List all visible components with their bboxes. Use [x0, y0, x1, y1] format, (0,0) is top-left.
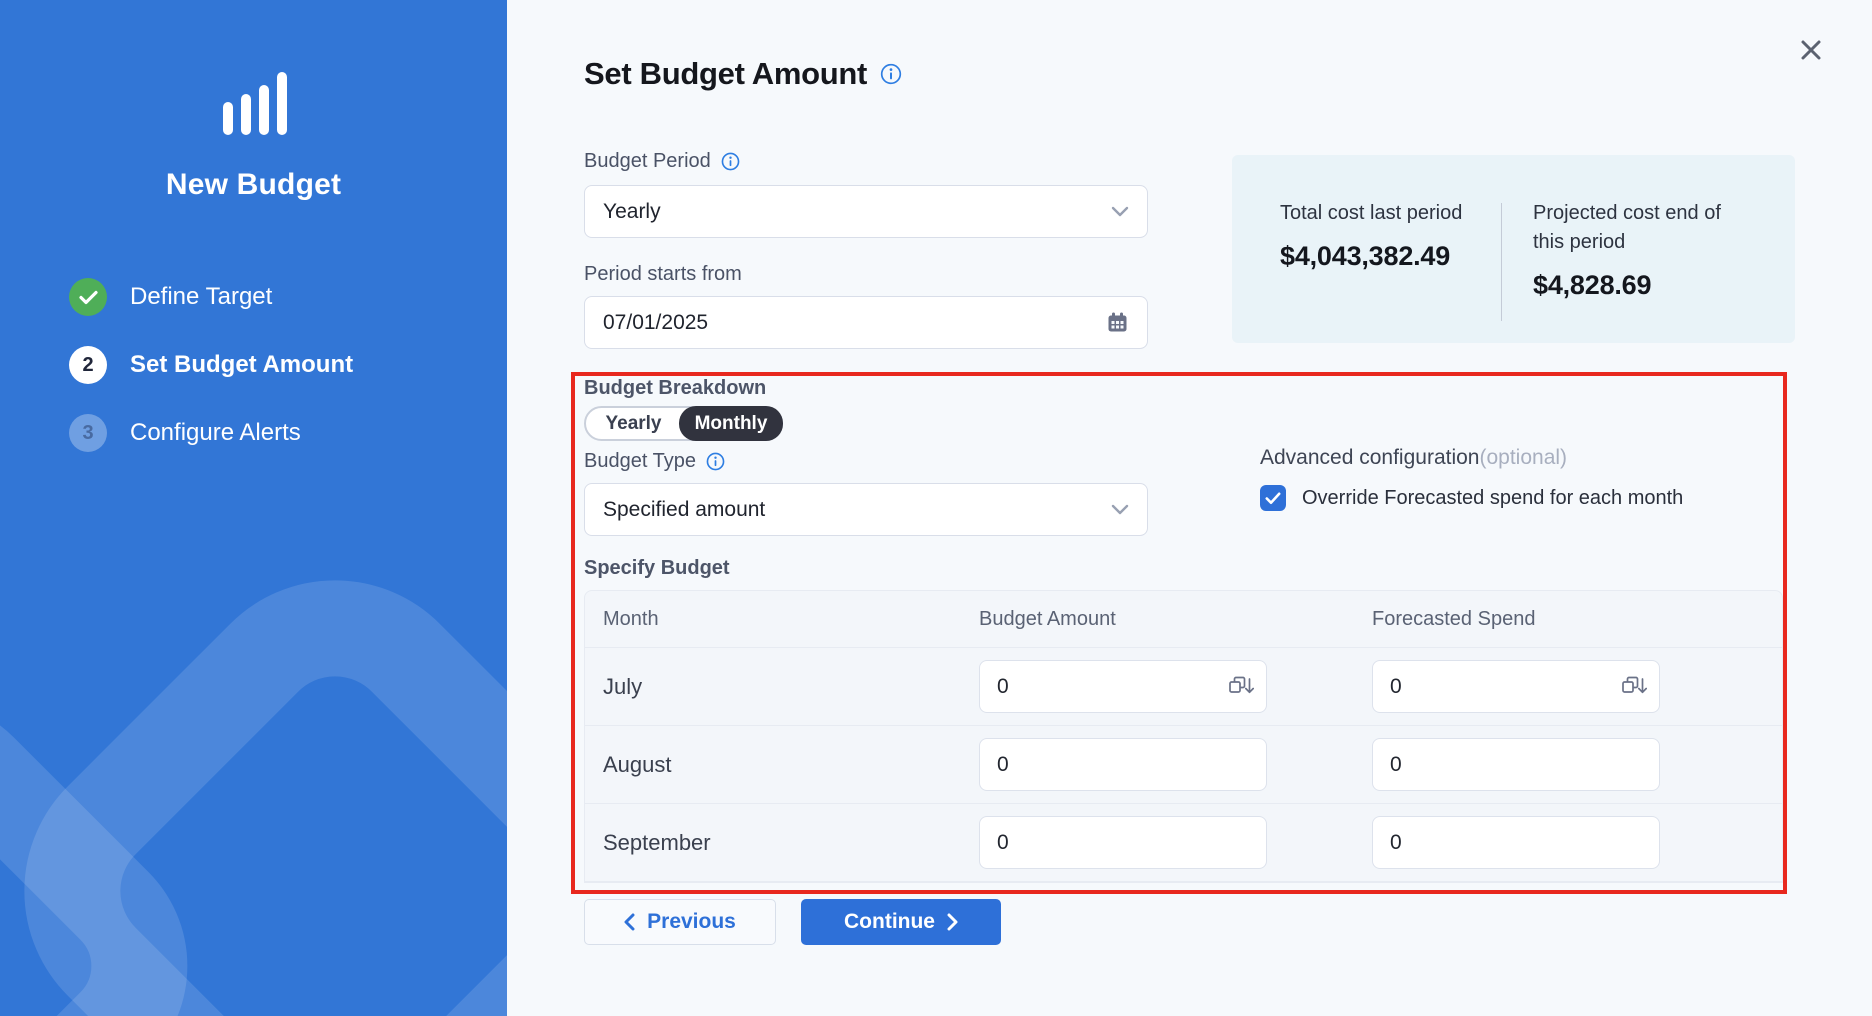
- specify-budget-table: Month Budget Amount Forecasted Spend Jul…: [584, 590, 1783, 883]
- summary-value: $4,043,382.49: [1280, 241, 1501, 272]
- budget-type-value: Specified amount: [603, 498, 1111, 522]
- budget-amount-input[interactable]: [980, 661, 1266, 712]
- previous-button-label: Previous: [647, 910, 736, 934]
- info-icon[interactable]: [721, 152, 740, 171]
- optional-text: (optional): [1480, 446, 1568, 469]
- step-number: 3: [69, 414, 107, 452]
- step-label: Set Budget Amount: [130, 351, 353, 379]
- advanced-configuration-title: Advanced configuration(optional): [1260, 446, 1683, 470]
- override-forecast-label: Override Forecasted spend for each month: [1302, 487, 1683, 510]
- bar-chart-logo: [223, 72, 287, 135]
- projected-cost-end: Projected cost end of this period $4,828…: [1502, 199, 1738, 343]
- forecasted-spend-field: [1372, 816, 1660, 869]
- table-row: August: [585, 726, 1782, 804]
- cost-summary-card: Total cost last period $4,043,382.49 Pro…: [1232, 155, 1795, 343]
- watermark-pattern: [0, 526, 507, 1016]
- page-title-text: Set Budget Amount: [584, 56, 867, 92]
- budget-amount-input[interactable]: [980, 739, 1266, 790]
- advanced-configuration: Advanced configuration(optional) Overrid…: [1260, 446, 1683, 511]
- continue-button-label: Continue: [844, 910, 935, 934]
- month-cell: July: [585, 674, 979, 700]
- step-configure-alerts[interactable]: 3 Configure Alerts: [69, 414, 353, 452]
- budget-type-label: Budget Type: [584, 450, 725, 473]
- advanced-title-text: Advanced configuration: [1260, 446, 1480, 469]
- budget-type-label-text: Budget Type: [584, 450, 696, 473]
- previous-button[interactable]: Previous: [584, 899, 776, 945]
- step-label: Define Target: [130, 283, 272, 311]
- step-check-icon: [69, 278, 107, 316]
- column-header-month: Month: [585, 608, 979, 631]
- table-header-row: Month Budget Amount Forecasted Spend: [585, 591, 1782, 648]
- step-define-target[interactable]: Define Target: [69, 278, 353, 316]
- summary-label: Projected cost end of this period: [1533, 199, 1738, 257]
- chevron-right-icon: [947, 913, 958, 931]
- forecasted-spend-input[interactable]: [1373, 817, 1659, 868]
- chevron-down-icon: [1111, 504, 1129, 515]
- table-row: September: [585, 804, 1782, 882]
- override-forecast-checkbox[interactable]: [1260, 485, 1286, 511]
- wizard-steps: Define Target 2 Set Budget Amount 3 Conf…: [69, 278, 353, 482]
- budget-breakdown-label: Budget Breakdown: [584, 377, 766, 400]
- step-number: 2: [69, 346, 107, 384]
- calendar-icon[interactable]: [1106, 311, 1129, 334]
- toggle-monthly[interactable]: Monthly: [679, 406, 783, 441]
- step-label: Configure Alerts: [130, 419, 301, 447]
- info-icon[interactable]: [706, 452, 725, 471]
- copy-down-icon[interactable]: [1227, 675, 1254, 697]
- forecasted-spend-field: [1372, 738, 1660, 791]
- wizard-sidebar: New Budget Define Target 2 Set Budget Am…: [0, 0, 507, 1016]
- period-starts-input[interactable]: 07/01/2025: [584, 296, 1148, 349]
- chevron-left-icon: [624, 913, 635, 931]
- step-set-budget-amount[interactable]: 2 Set Budget Amount: [69, 346, 353, 384]
- close-icon[interactable]: [1798, 33, 1832, 67]
- toggle-yearly[interactable]: Yearly: [586, 408, 681, 439]
- continue-button[interactable]: Continue: [801, 899, 1001, 945]
- wizard-title: New Budget: [0, 168, 507, 202]
- budget-amount-field: [979, 738, 1267, 791]
- budget-period-select[interactable]: Yearly: [584, 185, 1148, 238]
- budget-amount-field: [979, 816, 1267, 869]
- budget-period-label: Budget Period: [584, 150, 740, 173]
- budget-period-label-text: Budget Period: [584, 150, 711, 173]
- column-header-forecasted-spend: Forecasted Spend: [1372, 608, 1782, 631]
- forecasted-spend-input[interactable]: [1373, 739, 1659, 790]
- copy-down-icon[interactable]: [1620, 675, 1647, 697]
- column-header-budget-amount: Budget Amount: [979, 608, 1372, 631]
- month-cell: September: [585, 830, 979, 856]
- set-budget-amount-panel: Set Budget Amount Budget Period Yearly P…: [507, 0, 1872, 1016]
- budget-amount-input[interactable]: [980, 817, 1266, 868]
- budget-type-select[interactable]: Specified amount: [584, 483, 1148, 536]
- summary-value: $4,828.69: [1533, 270, 1738, 301]
- budget-amount-field: [979, 660, 1267, 713]
- page-title: Set Budget Amount: [584, 56, 902, 92]
- period-starts-value: 07/01/2025: [603, 311, 1106, 335]
- table-row: July: [585, 648, 1782, 726]
- info-icon[interactable]: [880, 63, 902, 85]
- forecasted-spend-input[interactable]: [1373, 661, 1659, 712]
- chevron-down-icon: [1111, 206, 1129, 217]
- forecasted-spend-field: [1372, 660, 1660, 713]
- period-starts-label: Period starts from: [584, 263, 742, 286]
- period-starts-label-text: Period starts from: [584, 263, 742, 286]
- breakdown-toggle: Yearly Monthly: [584, 406, 783, 441]
- summary-label: Total cost last period: [1280, 199, 1485, 228]
- specify-budget-label: Specify Budget: [584, 557, 730, 580]
- budget-period-value: Yearly: [603, 200, 1111, 224]
- total-cost-last-period: Total cost last period $4,043,382.49: [1280, 199, 1501, 343]
- month-cell: August: [585, 752, 979, 778]
